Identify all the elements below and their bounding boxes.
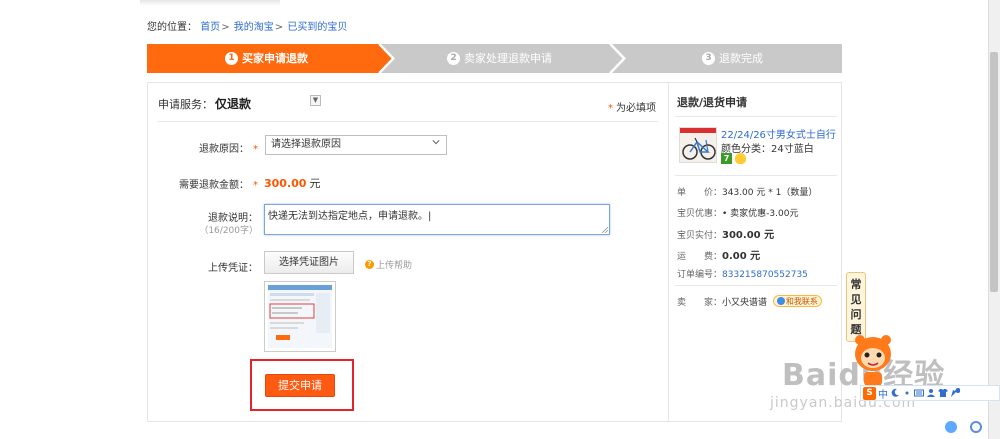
- screenshot-thumbnail-image: [268, 285, 332, 348]
- description-label: 退款说明：: [208, 213, 258, 224]
- discount-row: 宝贝优惠：• 卖家优惠-3.00元: [677, 209, 799, 219]
- seller-name: 小又央谱谱: [722, 298, 768, 308]
- product-name-link[interactable]: 22/24/26寸男女式士自行...: [721, 126, 837, 141]
- uploaded-proof-thumbnail[interactable]: [264, 281, 336, 352]
- refund-amount-unit: 元: [309, 177, 321, 190]
- service-label: 申请服务：: [158, 98, 213, 111]
- unit-price-row: 单 价：343.00 元 * 1（数量）: [677, 188, 818, 198]
- scrollbar-thumb[interactable]: [990, 52, 998, 292]
- refund-amount: 300.00 元: [264, 175, 320, 191]
- seller-row: 卖 家：小又央谱谱 和我联系: [677, 295, 822, 308]
- reason-select[interactable]: 请选择退款原因: [265, 135, 447, 155]
- keyboard-icon[interactable]: [914, 388, 924, 398]
- submit-application-button[interactable]: 提交申请: [265, 374, 335, 397]
- page: 您的位置： 首页> 我的淘宝> 已买到的宝贝 1 买家申请退款 2 卖家处理退款…: [0, 0, 1000, 439]
- divider: [158, 121, 658, 122]
- seven-day-return-badge: 7: [721, 153, 732, 164]
- user-icon[interactable]: [926, 388, 936, 398]
- mascot-icon: [855, 335, 891, 386]
- service-value: 仅退款: [215, 97, 252, 111]
- comma-icon[interactable]: [902, 388, 912, 398]
- order-number-link[interactable]: 833215870552735: [722, 270, 808, 280]
- product-image[interactable]: [679, 127, 717, 163]
- breadcrumb: 您的位置： 首页> 我的淘宝> 已买到的宝贝: [147, 22, 348, 33]
- bulb-icon: [735, 153, 746, 164]
- chevron-down-icon: [432, 140, 440, 145]
- ime-toolbar[interactable]: S 中: [860, 385, 1000, 401]
- service-row: 申请服务： 仅退款: [158, 95, 251, 112]
- wrench-icon[interactable]: [950, 388, 960, 398]
- progress-steps: 1 买家申请退款 2 卖家处理退款申请 3 退款完成: [147, 44, 842, 73]
- contact-seller-button[interactable]: 和我联系: [772, 295, 822, 307]
- step-3-label: 退款完成: [719, 52, 763, 65]
- refund-form-panel: 申请服务： 仅退款 ▼ * 为必填项 退款原因： * 请选择退款原因 需要退款金额： *…: [147, 82, 668, 422]
- discount-value: • 卖家优惠-3.00元: [722, 209, 799, 219]
- bicycle-image: [680, 128, 716, 162]
- ime-mode-label[interactable]: 中: [878, 386, 888, 401]
- paid-row: 宝贝实付：300.00 元: [677, 230, 775, 241]
- order-number-row: 订单编号：833215870552735: [677, 270, 808, 280]
- ime-logo-icon: S: [863, 386, 876, 400]
- service-dropdown-icon[interactable]: ▼: [310, 95, 321, 106]
- breadcrumb-prefix: 您的位置：: [147, 22, 197, 33]
- product-badges: 7: [721, 153, 746, 164]
- tray-settings-icon[interactable]: [970, 421, 982, 433]
- resize-grip-icon[interactable]: [602, 227, 608, 233]
- select-proof-image-button[interactable]: 选择凭证图片: [264, 251, 354, 274]
- shipping-row: 运 费：0.00 元: [677, 251, 761, 262]
- amount-label: 需要退款金额： *: [179, 180, 258, 191]
- step-1-label: 买家申请退款: [242, 52, 308, 65]
- step-2-label: 卖家处理退款申请: [464, 52, 552, 65]
- reason-select-value: 请选择退款原因: [271, 139, 341, 150]
- shirt-icon[interactable]: [938, 388, 948, 398]
- shipping-value: 0.00 元: [722, 251, 761, 262]
- breadcrumb-purchased-link[interactable]: 已买到的宝贝: [287, 22, 347, 33]
- tray-assistant-icon[interactable]: [945, 421, 957, 433]
- unit-price-value: 343.00 元 * 1（数量）: [722, 188, 818, 198]
- divider: [675, 116, 837, 117]
- refund-description-textarea[interactable]: 快递无法到达指定地点，申请退款。|: [264, 204, 610, 235]
- refund-description-text: 快递无法到达指定地点，申请退款。|: [268, 211, 432, 222]
- step-3: 3 退款完成: [702, 44, 763, 73]
- chat-icon: [776, 297, 785, 305]
- step-1: 1 买家申请退款: [225, 44, 308, 73]
- step-3-number: 3: [702, 52, 715, 65]
- upload-help-label: 上传帮助: [376, 261, 413, 271]
- paid-value: 300.00 元: [722, 230, 775, 241]
- divider: [675, 285, 837, 286]
- required-note: * 为必填项: [608, 103, 656, 114]
- help-icon: ?: [365, 260, 374, 269]
- breadcrumb-my-taobao-link[interactable]: 我的淘宝: [234, 22, 274, 33]
- breadcrumb-home-link[interactable]: 首页: [200, 22, 220, 33]
- divider: [675, 175, 837, 176]
- step-1-number: 1: [225, 52, 238, 65]
- side-title: 退款/退货申请: [677, 96, 748, 109]
- upload-help-link[interactable]: ? 上传帮助: [365, 258, 412, 271]
- moon-icon[interactable]: [890, 388, 900, 398]
- refund-amount-value: 300.00: [264, 177, 307, 190]
- description-char-count: （16/200字）: [199, 226, 258, 236]
- step-2: 2 卖家处理退款申请: [447, 44, 552, 73]
- upload-label: 上传凭证：: [208, 263, 258, 274]
- reason-label: 退款原因： *: [199, 144, 258, 155]
- step-2-number: 2: [447, 52, 460, 65]
